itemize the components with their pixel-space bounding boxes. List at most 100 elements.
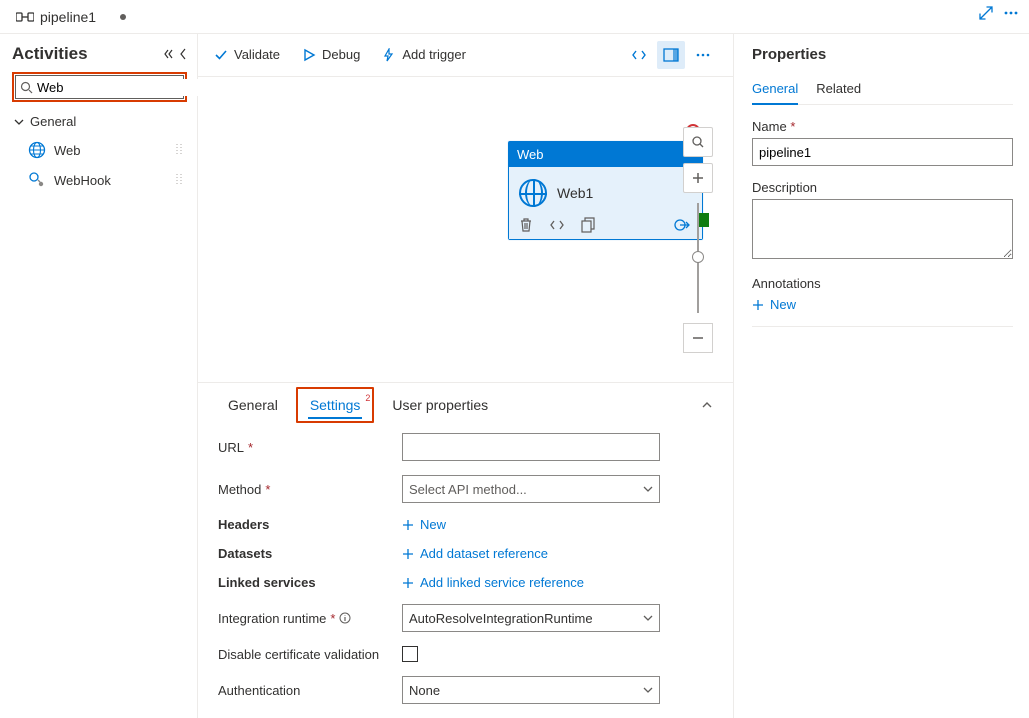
activities-panel: Activities General (0, 34, 198, 718)
group-label: General (30, 114, 76, 129)
activities-group-general[interactable]: General (12, 108, 187, 135)
unsaved-indicator (120, 14, 126, 20)
debug-button[interactable]: Debug (302, 47, 360, 62)
zoom-slider-thumb[interactable] (692, 251, 704, 263)
editor-tab-bar: pipeline1 (0, 0, 1029, 34)
activity-settings-panel: General Settings 2 User properties UR (198, 382, 733, 718)
more-icon[interactable] (1003, 6, 1019, 20)
app-root: pipeline1 Activities (0, 0, 1029, 718)
annotations-label: Annotations (752, 276, 1013, 291)
ir-value: AutoResolveIntegrationRuntime (409, 611, 593, 626)
node-type-header: Web (509, 142, 702, 167)
code-icon[interactable] (549, 218, 565, 232)
activity-label: Web (54, 143, 81, 158)
chevron-down-icon (643, 484, 653, 494)
linked-services-label: Linked services (218, 575, 316, 590)
webhook-icon (28, 171, 46, 189)
globe-icon (519, 179, 547, 207)
check-icon (214, 48, 228, 62)
drag-handle-icon[interactable] (175, 173, 183, 187)
add-trigger-label: Add trigger (402, 47, 466, 62)
toolbar-more-button[interactable] (689, 41, 717, 69)
expand-icon[interactable] (979, 6, 993, 20)
properties-panel: Properties General Related Name * Descri… (733, 34, 1029, 718)
properties-tabs: General Related (752, 77, 1013, 105)
add-trigger-button[interactable]: Add trigger (382, 47, 466, 62)
tab-general[interactable]: General (218, 389, 288, 421)
validate-button[interactable]: Validate (214, 47, 280, 62)
node-name: Web1 (557, 185, 593, 201)
chevron-down-icon (643, 685, 653, 695)
url-label: URL (218, 440, 244, 455)
add-header-label: New (420, 517, 446, 532)
canvas-area: Web Web1 (198, 76, 733, 382)
pipeline-toolbar: Validate Debug Add trigger (198, 34, 733, 76)
properties-tab-general[interactable]: General (752, 77, 798, 104)
validate-label: Validate (234, 47, 280, 62)
pipeline-tab[interactable]: pipeline1 (8, 5, 134, 29)
properties-tab-related[interactable]: Related (816, 77, 861, 104)
add-dataset-button[interactable]: Add dataset reference (402, 546, 548, 561)
main-area: Activities General (0, 34, 1029, 718)
chevron-down-icon (14, 117, 24, 127)
search-highlight-box (12, 72, 187, 102)
description-label: Description (752, 180, 1013, 195)
auth-value: None (409, 683, 440, 698)
code-view-button[interactable] (625, 41, 653, 69)
disable-cert-checkbox[interactable] (402, 646, 418, 662)
add-annotation-button[interactable]: New (752, 297, 1013, 312)
pipeline-canvas[interactable]: Web Web1 (198, 77, 733, 382)
zoom-out-button[interactable] (683, 323, 713, 353)
node-body: Web1 (509, 167, 702, 239)
delete-icon[interactable] (519, 217, 533, 233)
info-icon[interactable] (339, 612, 351, 624)
panel-collapse-button[interactable] (701, 399, 713, 411)
activity-node-web1[interactable]: Web Web1 (508, 141, 703, 240)
datasets-label: Datasets (218, 546, 272, 561)
pipeline-tab-title: pipeline1 (40, 9, 96, 25)
pipeline-name-input[interactable] (752, 138, 1013, 166)
activities-search-input[interactable] (33, 79, 215, 96)
pipeline-icon (16, 10, 34, 24)
divider (752, 326, 1013, 327)
center-panel: Validate Debug Add trigger (198, 34, 733, 718)
add-linked-service-button[interactable]: Add linked service reference (402, 575, 584, 590)
headers-label: Headers (218, 517, 269, 532)
method-select[interactable]: Select API method... (402, 475, 660, 503)
trigger-icon (382, 48, 396, 62)
pipeline-description-input[interactable] (752, 199, 1013, 259)
properties-toggle-button[interactable] (657, 41, 685, 69)
method-placeholder: Select API method... (409, 482, 527, 497)
settings-form: URL * Method * Select API method... Head… (218, 427, 713, 704)
tab-settings-label: Settings (310, 397, 361, 413)
add-dataset-label: Add dataset reference (420, 546, 548, 561)
activities-search[interactable] (15, 75, 184, 99)
activity-item-web[interactable]: Web (12, 135, 187, 165)
fit-to-screen-button[interactable] (683, 127, 713, 157)
settings-tabstrip: General Settings 2 User properties (218, 383, 713, 427)
add-linked-label: Add linked service reference (420, 575, 584, 590)
authentication-label: Authentication (218, 683, 300, 698)
editor-window-controls (979, 6, 1019, 20)
search-icon (20, 81, 33, 94)
activity-item-webhook[interactable]: WebHook (12, 165, 187, 195)
globe-icon (28, 141, 46, 159)
zoom-controls (683, 127, 713, 353)
tab-user-properties[interactable]: User properties (382, 389, 498, 421)
name-label: Name (752, 119, 787, 134)
tab-settings[interactable]: Settings 2 (300, 389, 371, 421)
drag-handle-icon[interactable] (175, 143, 183, 157)
add-header-button[interactable]: New (402, 517, 446, 532)
zoom-in-button[interactable] (683, 163, 713, 193)
integration-runtime-label: Integration runtime (218, 611, 326, 626)
authentication-select[interactable]: None (402, 676, 660, 704)
settings-error-badge: 2 (365, 393, 370, 403)
activities-collapse[interactable] (163, 48, 187, 60)
url-input[interactable] (402, 433, 660, 461)
chevron-down-icon (643, 613, 653, 623)
integration-runtime-select[interactable]: AutoResolveIntegrationRuntime (402, 604, 660, 632)
zoom-slider[interactable] (697, 203, 699, 313)
settings-tab-highlight: Settings 2 (296, 387, 375, 423)
copy-icon[interactable] (581, 217, 595, 233)
play-icon (302, 48, 316, 62)
